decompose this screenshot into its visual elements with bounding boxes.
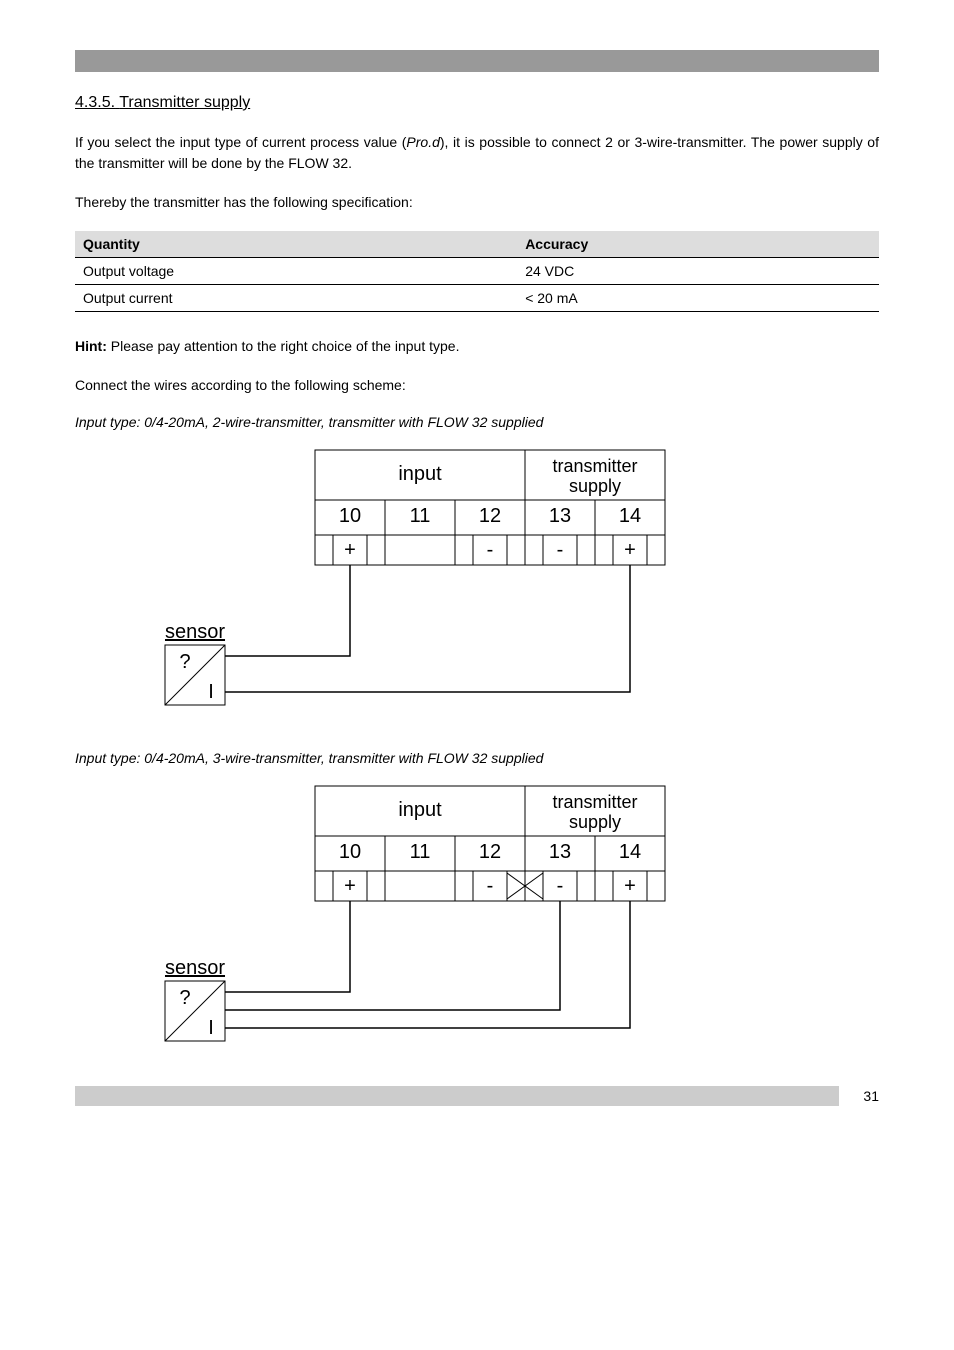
table-row: Output voltage 24 VDC <box>75 258 879 285</box>
terminal-14: 14 <box>619 505 641 527</box>
section-title-text: Transmitter supply <box>119 94 250 111</box>
label-sensor: sensor <box>165 621 225 643</box>
terminal-13: 13 <box>549 841 571 863</box>
terminal-14: 14 <box>619 841 641 863</box>
label-sensor: sensor <box>165 957 225 979</box>
intro-paragraph: If you select the input type of current … <box>75 132 879 174</box>
cell-acc: 24 VDC <box>517 258 879 285</box>
polarity-minus: - <box>487 539 494 561</box>
spec-table: Quantity Accuracy Output voltage 24 VDC … <box>75 231 879 312</box>
sensor-q: ? <box>179 987 190 1009</box>
wiring-diagram-svg: input transmitter supply 10 11 12 13 14 … <box>135 776 695 1046</box>
sensor-i: I <box>208 681 214 703</box>
label-supply: supply <box>569 476 621 496</box>
polarity-minus: - <box>557 875 564 897</box>
section-number: 4.3.5. <box>75 94 115 111</box>
polarity-plus: + <box>344 875 356 897</box>
wiring-diagram-svg: input transmitter supply 10 11 12 13 14 … <box>135 440 695 710</box>
sensor-q: ? <box>179 651 190 673</box>
diagram-2wire: input transmitter supply 10 11 12 13 14 … <box>135 440 695 710</box>
section-heading: 4.3.5. Transmitter supply <box>75 94 879 112</box>
intro-code: Pro.d <box>406 134 439 150</box>
terminal-11: 11 <box>410 505 431 527</box>
terminal-12: 12 <box>479 841 501 863</box>
label-input: input <box>398 463 442 485</box>
cell-qty: Output current <box>75 285 517 312</box>
th-quantity: Quantity <box>75 231 517 258</box>
terminal-10: 10 <box>339 505 361 527</box>
refer-line: Connect the wires according to the follo… <box>75 375 879 396</box>
terminal-12: 12 <box>479 505 501 527</box>
label-supply: supply <box>569 812 621 832</box>
hint-lead: Hint: <box>75 338 107 354</box>
hint-line: Hint: Please pay attention to the right … <box>75 336 879 357</box>
diagram2-caption: Input type: 0/4-20mA, 3-wire-transmitter… <box>75 750 879 766</box>
polarity-minus: - <box>487 875 494 897</box>
page-number: 31 <box>863 1088 879 1104</box>
spec-lead: Thereby the transmitter has the followin… <box>75 192 879 213</box>
polarity-plus: + <box>624 875 636 897</box>
label-transmitter: transmitter <box>552 792 637 812</box>
terminal-13: 13 <box>549 505 571 527</box>
terminal-11: 11 <box>410 841 431 863</box>
diagram-3wire: input transmitter supply 10 11 12 13 14 … <box>135 776 695 1046</box>
footer-band <box>75 1086 839 1106</box>
label-input: input <box>398 799 442 821</box>
polarity-plus: + <box>344 539 356 561</box>
polarity-minus: - <box>557 539 564 561</box>
hint-body: Please pay attention to the right choice… <box>107 338 460 354</box>
label-transmitter: transmitter <box>552 456 637 476</box>
footer: 31 <box>75 1086 879 1106</box>
header-band <box>75 50 879 72</box>
sensor-i: I <box>208 1017 214 1039</box>
cell-qty: Output voltage <box>75 258 517 285</box>
table-row: Output current < 20 mA <box>75 285 879 312</box>
terminal-10: 10 <box>339 841 361 863</box>
polarity-plus: + <box>624 539 636 561</box>
cell-acc: < 20 mA <box>517 285 879 312</box>
intro-part1: If you select the input type of current … <box>75 134 406 150</box>
diagram1-caption: Input type: 0/4-20mA, 2-wire-transmitter… <box>75 414 879 430</box>
th-accuracy: Accuracy <box>517 231 879 258</box>
